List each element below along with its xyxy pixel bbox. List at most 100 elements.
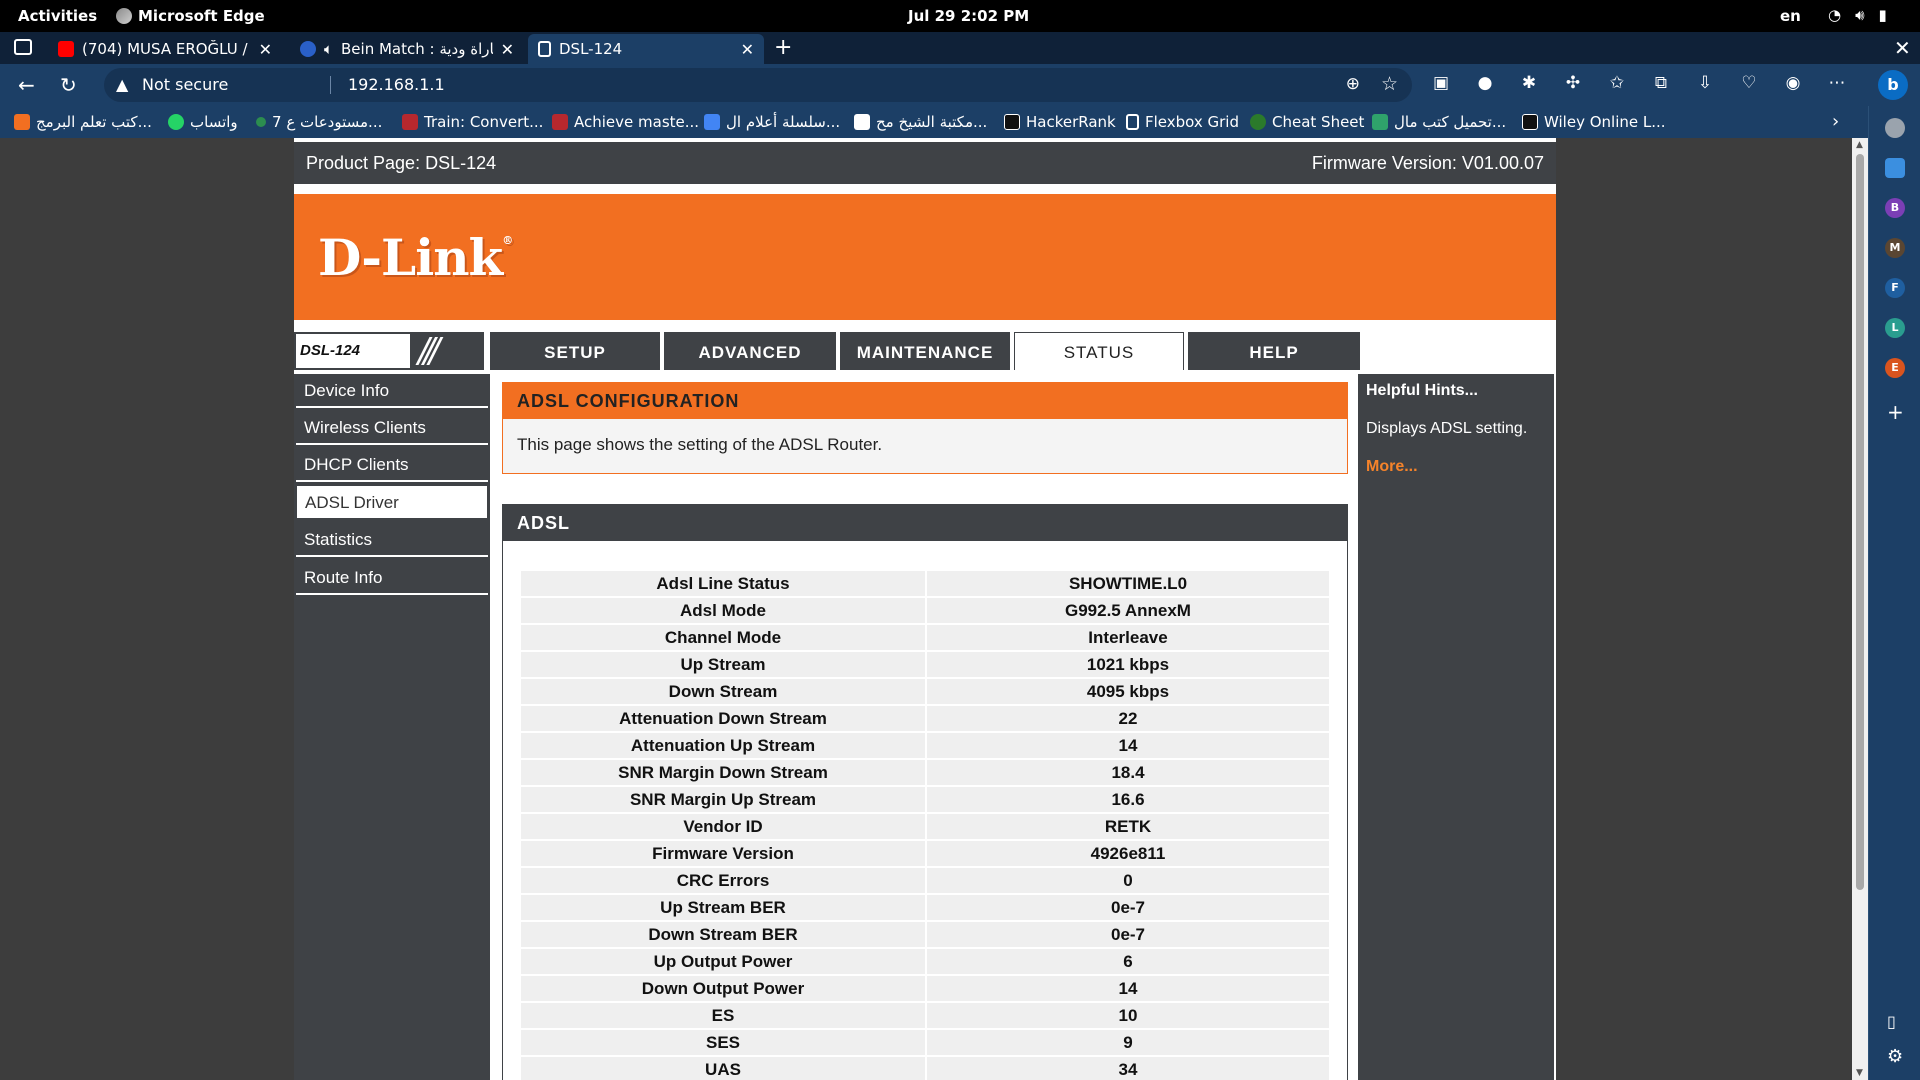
url-text[interactable]: 192.168.1.1 — [348, 75, 445, 94]
stat-label: UAS — [521, 1057, 925, 1080]
bookmark-item[interactable]: مكتبة الشيخ مح... — [854, 113, 987, 131]
extension-toolbar: ▣ ● ✱ ✣ ✩ ⧉ ⇩ ♡ ◉ ⋯ — [1430, 73, 1848, 93]
tab-actions-icon[interactable] — [14, 39, 32, 55]
model-label: DSL-124 — [296, 334, 410, 368]
extension-icon[interactable]: ● — [1474, 73, 1496, 93]
tab-setup[interactable]: SETUP — [490, 332, 660, 370]
scrollbar-thumb[interactable] — [1856, 154, 1864, 890]
security-label[interactable]: Not secure — [142, 75, 228, 94]
sidebar-app-f[interactable]: F — [1885, 278, 1905, 298]
config-title: ADSL CONFIGURATION — [503, 383, 1347, 419]
browser-tab[interactable]: (704) MUSA EROĞLU / TÜ ✕ — [48, 34, 282, 64]
whatsapp-icon — [168, 114, 184, 130]
search-sidebar-icon[interactable] — [1885, 118, 1905, 138]
downloads-icon[interactable]: ⇩ — [1694, 73, 1716, 93]
sidebar-app-e[interactable]: E — [1885, 358, 1905, 378]
table-row: Up Stream 1021 kbps — [521, 652, 1329, 677]
add-sidebar-app-icon[interactable]: + — [1887, 400, 1904, 424]
close-tab-icon[interactable]: ✕ — [501, 40, 514, 59]
bookmark-item[interactable]: سلسلة أعلام ال... — [704, 113, 840, 131]
bookmark-favicon — [552, 114, 568, 130]
edge-sidebar: B M F L E + ▯ ⚙ — [1868, 106, 1920, 1080]
back-icon[interactable]: ← — [18, 73, 35, 97]
stat-label: SES — [521, 1030, 925, 1055]
clock[interactable]: Jul 29 2:02 PM — [908, 7, 1029, 25]
tab-title: DSL-124 — [559, 40, 623, 58]
bookmark-item[interactable]: Cheat Sheet — [1250, 113, 1364, 131]
more-menu-icon[interactable]: ⋯ — [1826, 73, 1848, 93]
favorite-star-icon[interactable]: ☆ — [1381, 73, 1398, 95]
table-row: Down Stream BER 0e-7 — [521, 922, 1329, 947]
close-tab-icon[interactable]: ✕ — [259, 40, 272, 59]
bookmark-item[interactable]: كتب تعلم البرمج... — [14, 113, 152, 131]
collections-icon[interactable]: ⧉ — [1650, 73, 1672, 93]
tab-status[interactable]: STATUS — [1014, 332, 1184, 370]
stat-label: Up Output Power — [521, 949, 925, 974]
refresh-icon[interactable]: ↻ — [60, 73, 77, 97]
battery-icon: ▮ — [1878, 6, 1887, 24]
menu-wireless-clients[interactable]: Wireless Clients — [296, 411, 488, 445]
sidebar-app-l[interactable]: L — [1885, 318, 1905, 338]
close-tab-icon[interactable]: ✕ — [741, 40, 754, 59]
tab-help[interactable]: HELP — [1188, 332, 1360, 370]
system-tray[interactable]: ◔ 🔊︎ ▮ — [1828, 6, 1887, 24]
performance-icon[interactable]: ♡ — [1738, 73, 1760, 93]
input-language[interactable]: en — [1780, 7, 1801, 25]
app-menu[interactable]: Microsoft Edge — [116, 7, 265, 25]
bookmark-item[interactable]: تحميل كتب مال... — [1372, 113, 1506, 131]
chevron-right-icon[interactable]: › — [1832, 111, 1839, 132]
firmware-version-label: Firmware Version: V01.00.07 — [1311, 153, 1544, 173]
bookmark-item[interactable]: Flexbox Grid — [1126, 113, 1239, 131]
extension-icon[interactable]: ✱ — [1518, 73, 1540, 93]
browser-tab-active[interactable]: DSL-124 ✕ — [528, 34, 764, 64]
status-side-menu: Device Info Wireless Clients DHCP Client… — [294, 374, 490, 1080]
bookmark-item[interactable]: Achieve maste... — [552, 113, 699, 131]
new-tab-button[interactable]: + — [774, 35, 792, 60]
table-row: Adsl Line Status SHOWTIME.L0 — [521, 571, 1329, 596]
favorites-icon[interactable]: ✩ — [1606, 73, 1628, 93]
sidebar-layout-icon[interactable]: ▯ — [1887, 1012, 1896, 1031]
bing-copilot-icon[interactable]: b — [1878, 70, 1908, 100]
tab-maintenance[interactable]: MAINTENANCE — [840, 332, 1010, 370]
bookmark-item[interactable]: Wiley Online L... — [1522, 113, 1666, 131]
menu-dhcp-clients[interactable]: DHCP Clients — [296, 448, 488, 482]
menu-device-info[interactable]: Device Info — [296, 374, 488, 408]
address-bar[interactable]: ▲ Not secure 192.168.1.1 ⊕ ☆ — [104, 68, 1412, 102]
stat-value: 9 — [927, 1030, 1329, 1055]
bookmark-favicon — [256, 117, 266, 127]
shopping-tag-icon[interactable] — [1885, 158, 1905, 178]
bookmark-item[interactable]: Train: Convert... — [402, 113, 543, 131]
stat-label: Down Stream — [521, 679, 925, 704]
menu-statistics[interactable]: Statistics — [296, 523, 488, 557]
menu-adsl-driver[interactable]: ADSL Driver — [296, 485, 488, 519]
more-link[interactable]: More... — [1366, 458, 1418, 476]
zoom-icon[interactable]: ⊕ — [1346, 74, 1360, 94]
stat-value: 34 — [927, 1057, 1329, 1080]
warning-icon[interactable]: ▲ — [116, 75, 128, 94]
sidebar-app-b[interactable]: B — [1885, 198, 1905, 218]
tab-advanced[interactable]: ADVANCED — [664, 332, 836, 370]
bookmark-item[interactable]: واتساب — [168, 113, 238, 131]
extension-icon[interactable]: ▣ — [1430, 73, 1452, 93]
stat-value: G992.5 AnnexM — [927, 598, 1329, 623]
profile-icon[interactable]: ◉ — [1782, 73, 1804, 93]
stat-value: 0 — [927, 868, 1329, 893]
wifi-icon: ◔ — [1828, 6, 1842, 24]
window-close-button[interactable]: ✕ — [1894, 36, 1911, 60]
menu-route-info[interactable]: Route Info — [296, 561, 488, 595]
activities-button[interactable]: Activities — [18, 7, 97, 25]
sidebar-app-m[interactable]: M — [1885, 238, 1905, 258]
browser-tab[interactable]: 🔈︎ Bein Match : مباراة ودية ✕ — [290, 34, 524, 64]
settings-gear-icon[interactable]: ⚙ — [1887, 1046, 1903, 1067]
scroll-up-icon[interactable]: ▲ — [1856, 140, 1863, 150]
extensions-puzzle-icon[interactable]: ✣ — [1562, 73, 1584, 93]
bookmark-item[interactable]: 7 مستودعات ع... — [256, 113, 382, 131]
stat-label: Attenuation Down Stream — [521, 706, 925, 731]
scroll-down-icon[interactable]: ▼ — [1856, 1068, 1863, 1078]
speaker-icon[interactable]: 🔈︎ — [324, 40, 333, 58]
stat-label: Down Stream BER — [521, 922, 925, 947]
bookmark-item[interactable]: HackerRank — [1004, 113, 1116, 131]
bookmark-label: كتب تعلم البرمج... — [36, 113, 152, 131]
stat-value: 22 — [927, 706, 1329, 731]
vertical-scrollbar[interactable]: ▲ ▼ — [1852, 138, 1868, 1080]
